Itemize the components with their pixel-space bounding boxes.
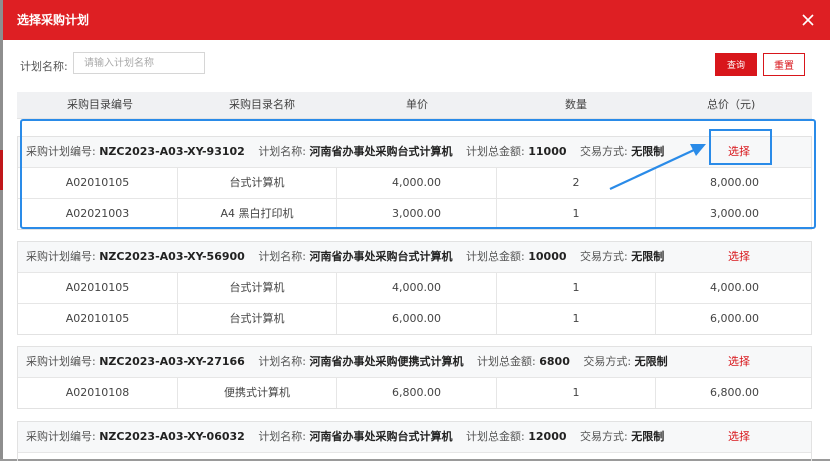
plan-no-label: 采购计划编号: bbox=[26, 355, 96, 368]
plan-no-value: NZC2023-A03-XY-56900 bbox=[99, 250, 245, 263]
plan-name-value: 河南省办事处采购台式计算机 bbox=[309, 430, 453, 443]
total-price: 4,000.00 bbox=[710, 281, 759, 294]
catalog-name: 台式计算机 bbox=[178, 168, 337, 198]
header-catalog-name: 采购目录名称 bbox=[229, 98, 295, 111]
trade-method-label: 交易方式: bbox=[580, 145, 628, 158]
trade-method-value: 无限制 bbox=[631, 145, 665, 158]
quantity: 1 bbox=[497, 378, 656, 408]
plan-no-value: NZC2023-A03-XY-27166 bbox=[99, 355, 245, 368]
catalog-code: A02010108 bbox=[18, 378, 178, 408]
select-plan-link[interactable]: 选择 bbox=[728, 422, 750, 452]
plan-group-header: 采购计划编号: NZC2023-A03-XY-06032 计划名称: 河南省办事… bbox=[18, 422, 811, 453]
trade-method-value: 无限制 bbox=[631, 250, 665, 263]
unit-price: 6,000.00 bbox=[337, 304, 497, 334]
plan-meta: 采购计划编号: NZC2023-A03-XY-93102 计划名称: 河南省办事… bbox=[26, 137, 674, 167]
plan-meta: 采购计划编号: NZC2023-A03-XY-27166 计划名称: 河南省办事… bbox=[26, 347, 678, 377]
plan-name-value: 河南省办事处采购台式计算机 bbox=[309, 250, 453, 263]
plan-group: 采购计划编号: NZC2023-A03-XY-93102 计划名称: 河南省办事… bbox=[17, 136, 812, 230]
table-row: A02010105 台式计算机 4,000.00 2 8,000.00 bbox=[18, 168, 811, 199]
unit-price: 3,000.00 bbox=[337, 199, 497, 229]
table-row: A02010105 台式计算机 4,000.00 1 4,000.00 bbox=[18, 273, 811, 304]
catalog-code: A02010105 bbox=[18, 304, 178, 334]
select-plan-link[interactable]: 选择 bbox=[728, 347, 750, 377]
header-catalog-code: 采购目录编号 bbox=[67, 98, 133, 111]
plan-total-label: 计划总金额: bbox=[466, 430, 525, 443]
plan-name-label: 计划名称: bbox=[258, 250, 307, 263]
plan-total-value: 11000 bbox=[528, 145, 567, 158]
unit-price: 4,000.00 bbox=[337, 168, 497, 198]
select-plan-link[interactable]: 选择 bbox=[728, 242, 750, 272]
unit-price: 6,800.00 bbox=[337, 378, 497, 408]
select-plan-link[interactable]: 选择 bbox=[728, 137, 750, 167]
quantity: 2 bbox=[497, 168, 656, 198]
table-row: A02021003 A4 黑白打印机 3,000.00 1 3,000.00 bbox=[18, 199, 811, 229]
plan-name-input[interactable] bbox=[73, 52, 205, 74]
dialog-title: 选择采购计划 bbox=[17, 13, 90, 27]
trade-method-value: 无限制 bbox=[631, 430, 665, 443]
catalog-name: 便携式计算机 bbox=[178, 378, 337, 408]
trade-method-value: 无限制 bbox=[634, 355, 668, 368]
catalog-name: A4 黑白打印机 bbox=[178, 199, 337, 229]
query-button[interactable]: 查询 bbox=[715, 53, 757, 76]
header-total-price: 总价（元) bbox=[707, 98, 756, 111]
plan-name-label: 计划名称: bbox=[20, 60, 68, 73]
plan-group: 采购计划编号: NZC2023-A03-XY-27166 计划名称: 河南省办事… bbox=[17, 346, 812, 409]
plan-total-label: 计划总金额: bbox=[466, 145, 525, 158]
plan-group: 采购计划编号: NZC2023-A03-XY-56900 计划名称: 河南省办事… bbox=[17, 241, 812, 335]
plan-group-header: 采购计划编号: NZC2023-A03-XY-56900 计划名称: 河南省办事… bbox=[18, 242, 811, 273]
plan-name-value: 河南省办事处采购便携式计算机 bbox=[309, 355, 464, 368]
search-bar: 计划名称: 查询 重置 bbox=[3, 40, 830, 92]
table-row: A02010108 便携式计算机 6,800.00 1 6,800.00 bbox=[18, 378, 811, 408]
plan-name-label: 计划名称: bbox=[258, 355, 307, 368]
plan-total-label: 计划总金额: bbox=[466, 250, 525, 263]
plan-total-value: 12000 bbox=[528, 430, 567, 443]
catalog-code: A02021003 bbox=[18, 199, 178, 229]
total-price: 6,000.00 bbox=[710, 312, 759, 325]
reset-button[interactable]: 重置 bbox=[763, 53, 805, 76]
plan-group-header: 采购计划编号: NZC2023-A03-XY-27166 计划名称: 河南省办事… bbox=[18, 347, 811, 378]
plan-name-label: 计划名称: bbox=[258, 145, 307, 158]
plan-total-value: 6800 bbox=[539, 355, 570, 368]
dialog-titlebar: 选择采购计划 bbox=[3, 0, 830, 40]
quantity: 1 bbox=[497, 273, 656, 303]
header-unit-price: 单价 bbox=[406, 98, 428, 111]
catalog-name: 台式计算机 bbox=[178, 273, 337, 303]
plan-name-label: 计划名称: bbox=[258, 430, 307, 443]
plan-meta: 采购计划编号: NZC2023-A03-XY-56900 计划名称: 河南省办事… bbox=[26, 242, 674, 272]
plan-total-label: 计划总金额: bbox=[477, 355, 536, 368]
plan-name-value: 河南省办事处采购台式计算机 bbox=[309, 145, 453, 158]
header-quantity: 数量 bbox=[565, 98, 587, 111]
close-icon[interactable] bbox=[800, 12, 816, 28]
catalog-name: 台式计算机 bbox=[178, 304, 337, 334]
total-price: 8,000.00 bbox=[710, 176, 759, 189]
plan-no-label: 采购计划编号: bbox=[26, 250, 96, 263]
plan-no-label: 采购计划编号: bbox=[26, 145, 96, 158]
catalog-code: A02010105 bbox=[18, 168, 178, 198]
quantity: 1 bbox=[497, 304, 656, 334]
total-price: 3,000.00 bbox=[710, 207, 759, 220]
trade-method-label: 交易方式: bbox=[583, 355, 632, 368]
plan-no-value: NZC2023-A03-XY-93102 bbox=[99, 145, 245, 158]
plan-total-value: 10000 bbox=[528, 250, 567, 263]
plan-no-value: NZC2023-A03-XY-06032 bbox=[99, 430, 245, 443]
plan-meta: 采购计划编号: NZC2023-A03-XY-06032 计划名称: 河南省办事… bbox=[26, 422, 674, 452]
catalog-code: A02010105 bbox=[18, 273, 178, 303]
trade-method-label: 交易方式: bbox=[580, 250, 628, 263]
unit-price: 4,000.00 bbox=[337, 273, 497, 303]
quantity: 1 bbox=[497, 199, 656, 229]
plan-group: 采购计划编号: NZC2023-A03-XY-06032 计划名称: 河南省办事… bbox=[17, 421, 812, 461]
table-header: 采购目录编号 采购目录名称 单价 数量 总价（元) bbox=[17, 92, 812, 119]
total-price: 6,800.00 bbox=[710, 386, 759, 399]
plan-group-header: 采购计划编号: NZC2023-A03-XY-93102 计划名称: 河南省办事… bbox=[18, 137, 811, 168]
trade-method-label: 交易方式: bbox=[580, 430, 628, 443]
plan-no-label: 采购计划编号: bbox=[26, 430, 96, 443]
table-row: A02010105 台式计算机 6,000.00 1 6,000.00 bbox=[18, 304, 811, 334]
